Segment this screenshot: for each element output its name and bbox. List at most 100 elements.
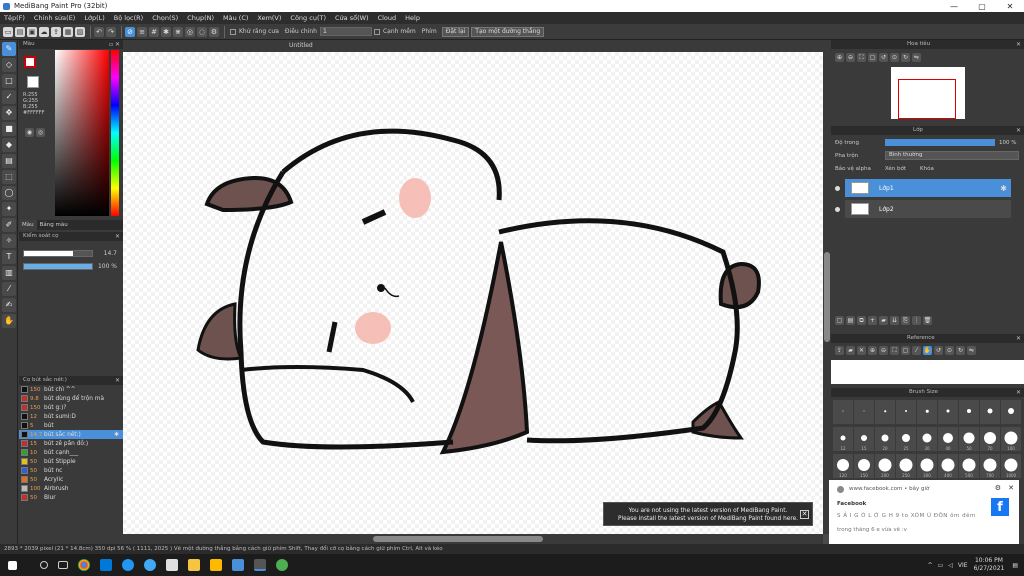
brush-size-preset[interactable] (875, 400, 895, 424)
color-wheel-icon[interactable]: ◎ (36, 128, 45, 137)
eye-icon[interactable] (835, 206, 840, 212)
hue-slider[interactable] (111, 50, 119, 216)
chrome-icon[interactable] (78, 559, 90, 571)
correction-checkbox[interactable] (373, 28, 380, 35)
layer-settings-icon[interactable]: ⋮ (912, 316, 921, 325)
brush-size-preset[interactable]: 500 (959, 454, 979, 478)
rotate-reset-icon[interactable]: ⊙ (890, 53, 899, 62)
brush-list-item[interactable]: 150 bút chì ^^ (19, 385, 123, 394)
fill-rect-icon[interactable]: ■ (2, 122, 16, 136)
blur-tool-icon[interactable]: ✍ (2, 298, 16, 312)
notification-icon[interactable]: ▤ (1012, 562, 1018, 569)
brush-size-preset[interactable]: 250 (896, 454, 916, 478)
close-icon[interactable]: ✕ (1016, 334, 1021, 343)
brush-size-preset[interactable]: 30 (917, 427, 937, 451)
brush-size-preset[interactable]: 150 (854, 454, 874, 478)
brush-size-preset[interactable]: 70 (980, 427, 1000, 451)
rotate-left-icon[interactable]: ↺ (879, 53, 888, 62)
reference-view[interactable] (831, 360, 1024, 384)
menu-filter[interactable]: Bộ lọc(R) (114, 14, 143, 22)
snap-vanish-icon[interactable]: ✱ (161, 26, 171, 37)
layer-row-1[interactable]: Lớp1 ✱ (835, 179, 1011, 197)
eraser-tool-icon[interactable]: ◇ (2, 58, 16, 72)
close-icon[interactable]: ✕ (1016, 40, 1021, 49)
reference-zoom-out-icon[interactable]: ⊖ (879, 346, 888, 355)
snap-parallel-icon[interactable]: ≡ (137, 26, 147, 37)
zoom-app-icon[interactable] (166, 559, 178, 571)
grid-icon[interactable]: ▦ (63, 26, 73, 37)
snap-off-icon[interactable]: ⊘ (125, 26, 135, 37)
menu-file[interactable]: Tệp(F) (4, 14, 25, 22)
medibang-taskbar-icon[interactable] (254, 559, 266, 571)
brush-size-preset[interactable]: 120 (833, 454, 853, 478)
drawing-canvas[interactable] (123, 52, 823, 534)
reference-flip-icon[interactable]: ⇋ (967, 346, 976, 355)
menu-edit[interactable]: Chỉnh sửa(E) (34, 14, 75, 22)
brush-size-preset[interactable]: 15 (854, 427, 874, 451)
gradient-tool-icon[interactable]: ▤ (2, 154, 16, 168)
menu-window[interactable]: Cửa sổ(W) (335, 14, 369, 22)
open-icon[interactable]: ▤ (15, 26, 25, 37)
select-eraser-icon[interactable]: ✧ (2, 234, 16, 248)
edge-legacy-icon[interactable] (144, 559, 156, 571)
select-pen-icon[interactable]: ✐ (2, 218, 16, 232)
close-icon[interactable]: ▫ ✕ (109, 40, 120, 49)
facebook-notification[interactable]: www.facebook.com • bây giờ ⚙ ✕ Facebook … (829, 480, 1019, 544)
brush-list-item[interactable]: 12 bút sumi:D (19, 412, 123, 421)
reference-hand-icon[interactable]: ✋ (923, 346, 932, 355)
panel-tool-icon[interactable]: ▥ (2, 266, 16, 280)
clear-button[interactable]: Đặt lại (441, 26, 470, 37)
chrome-secondary-icon[interactable] (276, 559, 288, 571)
minimize-button[interactable]: — (940, 2, 968, 11)
reference-folder-icon[interactable]: ▰ (846, 346, 855, 355)
reference-rotate-right-icon[interactable]: ↻ (956, 346, 965, 355)
brush-size-preset[interactable]: 40 (938, 427, 958, 451)
merge-down-icon[interactable]: ⇊ (890, 316, 899, 325)
brush-size-preset[interactable]: 300 (917, 454, 937, 478)
brush-tool-icon[interactable]: ✎ (2, 42, 16, 56)
select-check-icon[interactable]: ✓ (2, 90, 16, 104)
cloud-icon[interactable]: ☁ (39, 26, 49, 37)
task-view-icon[interactable] (58, 561, 68, 569)
brush-size-preset[interactable] (959, 400, 979, 424)
menu-select[interactable]: Chọn(S) (152, 14, 178, 22)
brush-size-preset[interactable] (980, 400, 1000, 424)
snap-curve-icon[interactable]: ◌ (197, 26, 207, 37)
rotate-right-icon[interactable]: ↻ (901, 53, 910, 62)
snap-cross-icon[interactable]: # (149, 26, 159, 37)
new-icon[interactable]: ▭ (3, 26, 13, 37)
network-icon[interactable]: ▭ (938, 562, 944, 569)
brush-size-preset[interactable] (896, 400, 916, 424)
undo-icon[interactable]: ↶ (94, 26, 104, 37)
blend-mode-select[interactable]: Bình thường (885, 151, 1019, 160)
reference-actual-icon[interactable]: ▢ (901, 346, 910, 355)
vertical-scroll-thumb[interactable] (824, 252, 830, 342)
close-button[interactable]: ✕ (996, 2, 1024, 11)
brush-size-preset[interactable] (833, 400, 853, 424)
maximize-button[interactable]: ▢ (968, 2, 996, 11)
layer-opacity-slider[interactable] (885, 139, 995, 146)
brush-list-item[interactable]: 50 bút Stipple (19, 457, 123, 466)
brush-size-preset[interactable]: 12 (833, 427, 853, 451)
windows-start-icon[interactable] (8, 560, 17, 570)
copy-layer-icon[interactable]: ⎘ (901, 316, 910, 325)
saturation-value-picker[interactable] (55, 50, 109, 216)
tray-chevron-icon[interactable]: ^ (928, 562, 933, 569)
background-color-swatch[interactable] (27, 76, 39, 88)
adjust-select[interactable]: 1 (319, 27, 372, 36)
clock-date[interactable]: 6/27/2021 (974, 565, 1005, 573)
bucket-tool-icon[interactable]: ◆ (2, 138, 16, 152)
reference-fit-icon[interactable]: ⛶ (890, 346, 899, 355)
share-icon[interactable]: ⇪ (51, 26, 61, 37)
zoom-in-icon[interactable]: ⊕ (835, 53, 844, 62)
brush-size-preset[interactable]: 1000 (1001, 454, 1021, 478)
brush-size-preset[interactable]: 400 (938, 454, 958, 478)
eyedropper-icon[interactable]: ⁄ (2, 282, 16, 296)
brush-list-item[interactable]: 100 Airbrush (19, 484, 123, 493)
brush-size-preset[interactable] (938, 400, 958, 424)
close-icon[interactable]: ✕ (115, 376, 120, 385)
mail-icon[interactable] (210, 559, 222, 571)
reference-zoom-in-icon[interactable]: ⊕ (868, 346, 877, 355)
menu-help[interactable]: Help (405, 14, 420, 22)
tab-color[interactable]: Màu (19, 220, 37, 230)
